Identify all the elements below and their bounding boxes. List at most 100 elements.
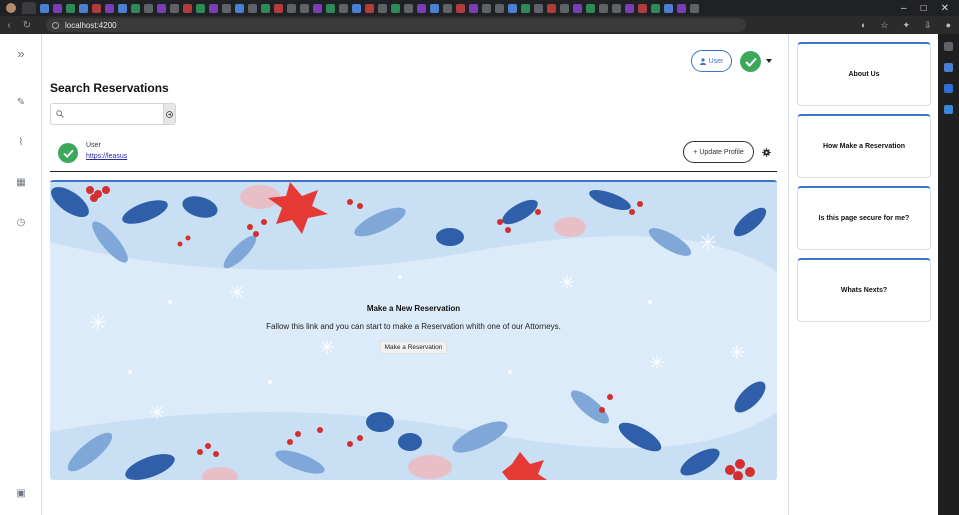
- browser-tab[interactable]: [599, 3, 608, 13]
- browser-tab[interactable]: [586, 3, 595, 13]
- browser-tab[interactable]: [248, 3, 257, 13]
- browser-tab[interactable]: [469, 3, 478, 13]
- make-reservation-button[interactable]: Make a Reservation: [379, 341, 448, 354]
- browser-tab[interactable]: [66, 3, 75, 13]
- browser-tab[interactable]: [144, 3, 153, 13]
- browser-tab[interactable]: [170, 3, 179, 13]
- extensions-puzzle-icon[interactable]: ✦: [902, 20, 910, 31]
- paperclip-icon[interactable]: ⌇: [15, 137, 27, 149]
- minimize-icon[interactable]: –: [901, 3, 907, 14]
- copilot-icon[interactable]: [944, 63, 953, 72]
- browser-tab[interactable]: [157, 3, 166, 13]
- browser-tab[interactable]: [300, 3, 309, 13]
- user-icon: [699, 57, 706, 65]
- search-submit-button[interactable]: [163, 104, 175, 124]
- browser-profile-avatar[interactable]: [6, 3, 16, 13]
- browser-tab[interactable]: [508, 3, 517, 13]
- browser-tab[interactable]: [222, 3, 231, 13]
- search-input[interactable]: [69, 107, 159, 122]
- gear-icon[interactable]: [762, 148, 771, 157]
- browser-tab[interactable]: [638, 3, 647, 13]
- app-icon[interactable]: [944, 105, 953, 114]
- info-card-whats-next[interactable]: Whats Nexts?: [797, 258, 931, 322]
- user-button[interactable]: User: [691, 50, 732, 72]
- plus-icon: +: [693, 148, 698, 156]
- search-icon[interactable]: [944, 42, 953, 51]
- toolbar-actions: ◐ ☆ ✦ ⇩ ●: [861, 20, 951, 31]
- verified-check-icon: [58, 143, 78, 163]
- outlook-icon[interactable]: [944, 84, 953, 93]
- maximize-icon[interactable]: □: [921, 3, 927, 14]
- browser-tab[interactable]: [79, 3, 88, 13]
- browser-tab[interactable]: [339, 3, 348, 13]
- new-reservation-banner: Make a New Reservation Fallow this link …: [50, 180, 777, 480]
- browser-tab[interactable]: [664, 3, 673, 13]
- active-browser-tab[interactable]: [22, 2, 36, 14]
- browser-tab[interactable]: [573, 3, 582, 13]
- browser-tab[interactable]: [417, 3, 426, 13]
- info-cards-column: About Us How Make a Reservation Is this …: [797, 34, 931, 515]
- browser-tab[interactable]: [404, 3, 413, 13]
- browser-tab[interactable]: [131, 3, 140, 13]
- address-bar[interactable]: localhost:4200: [46, 18, 746, 32]
- browser-tab[interactable]: [495, 3, 504, 13]
- left-sidebar: » ✎ ⌇ ▦ ◷ ▣: [0, 34, 42, 515]
- back-icon[interactable]: ‹: [0, 20, 18, 31]
- browser-tab[interactable]: [560, 3, 569, 13]
- browser-tab[interactable]: [482, 3, 491, 13]
- browser-tab[interactable]: [235, 3, 244, 13]
- browser-tab[interactable]: [326, 3, 335, 13]
- browser-tab[interactable]: [261, 3, 270, 13]
- browser-tab[interactable]: [612, 3, 621, 13]
- browser-tab[interactable]: [677, 3, 686, 13]
- info-card-security[interactable]: Is this page secure for me?: [797, 186, 931, 250]
- caret-down-icon[interactable]: [766, 59, 772, 63]
- logout-icon[interactable]: ▣: [15, 488, 27, 500]
- browser-tab[interactable]: [287, 3, 296, 13]
- browser-tab[interactable]: [391, 3, 400, 13]
- update-profile-button[interactable]: + Update Profile: [683, 141, 754, 163]
- calendar-icon[interactable]: ▦: [15, 177, 27, 189]
- browser-tab[interactable]: [547, 3, 556, 13]
- browser-tab[interactable]: [365, 3, 374, 13]
- browser-tab[interactable]: [690, 3, 699, 13]
- main-content: User Search Reservations User https://le…: [42, 34, 789, 515]
- browser-tab[interactable]: [625, 3, 634, 13]
- edit-icon[interactable]: ✎: [15, 97, 27, 109]
- browser-tab[interactable]: [456, 3, 465, 13]
- profile-icon[interactable]: ●: [946, 20, 951, 31]
- browser-tab[interactable]: [352, 3, 361, 13]
- profile-link[interactable]: https://leasus: [86, 153, 127, 160]
- info-card-how-to-reserve[interactable]: How Make a Reservation: [797, 114, 931, 178]
- browser-tab[interactable]: [209, 3, 218, 13]
- info-card-about-us[interactable]: About Us: [797, 42, 931, 106]
- browser-tab[interactable]: [313, 3, 322, 13]
- browser-tab[interactable]: [430, 3, 439, 13]
- site-info-icon[interactable]: [52, 21, 59, 29]
- browser-tab[interactable]: [53, 3, 62, 13]
- downloads-icon[interactable]: ⇩: [924, 20, 932, 31]
- browser-tab[interactable]: [196, 3, 205, 13]
- browser-tab[interactable]: [534, 3, 543, 13]
- clock-icon[interactable]: ◷: [15, 217, 27, 229]
- update-profile-label: Update Profile: [699, 148, 744, 156]
- close-window-icon[interactable]: ✕: [941, 3, 949, 14]
- browser-side-panel: [938, 34, 959, 515]
- browser-tab[interactable]: [443, 3, 452, 13]
- url-text: localhost:4200: [65, 20, 117, 30]
- browser-tab[interactable]: [378, 3, 387, 13]
- reload-icon[interactable]: ↻: [18, 20, 36, 31]
- bookmark-star-icon[interactable]: ☆: [880, 20, 888, 31]
- browser-tab[interactable]: [521, 3, 530, 13]
- browser-tab[interactable]: [118, 3, 127, 13]
- browser-tab[interactable]: [274, 3, 283, 13]
- search-field: [50, 103, 176, 125]
- check-circle-icon[interactable]: [740, 51, 761, 72]
- browser-tab[interactable]: [651, 3, 660, 13]
- browser-tab[interactable]: [105, 3, 114, 13]
- browser-tab[interactable]: [183, 3, 192, 13]
- expand-chevrons-icon[interactable]: »: [15, 47, 27, 60]
- extension-icon[interactable]: ◐: [861, 20, 866, 31]
- browser-tab[interactable]: [40, 3, 49, 13]
- browser-tab[interactable]: [92, 3, 101, 13]
